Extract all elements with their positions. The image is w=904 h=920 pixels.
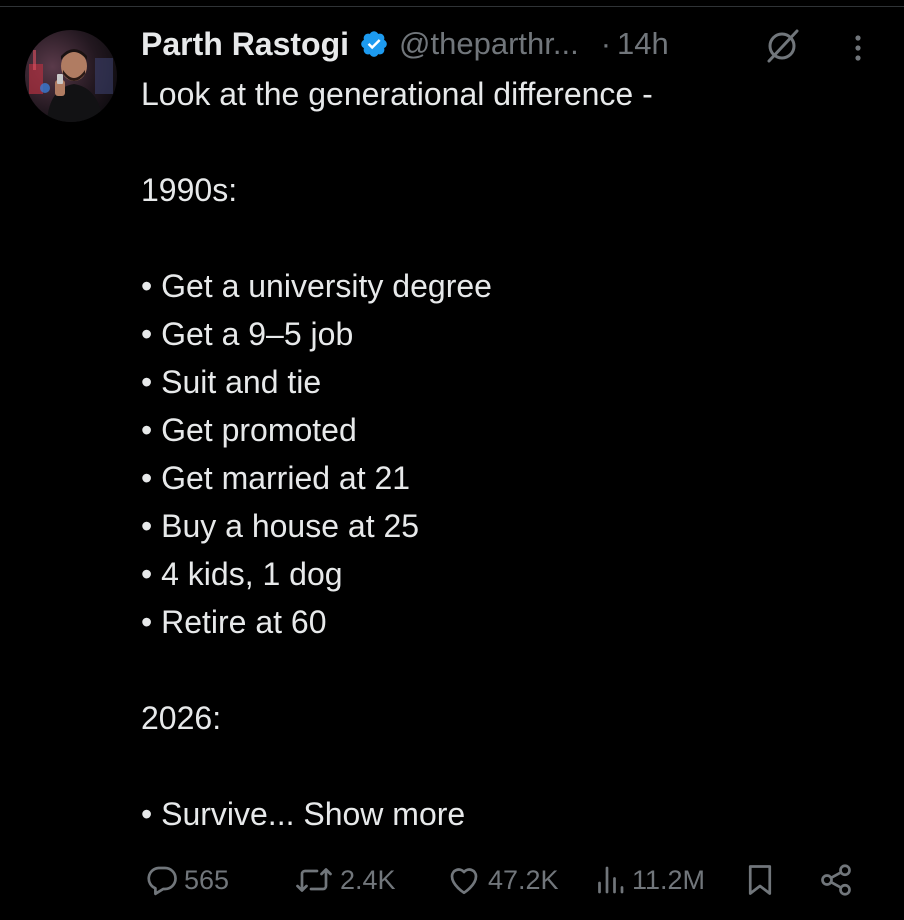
top-divider [0,6,904,7]
like-count: 47.2K [488,864,559,895]
share-button[interactable] [818,856,854,904]
repost-count: 2.4K [340,864,396,895]
grok-icon[interactable] [762,26,802,66]
post-time[interactable]: 14h [617,26,669,62]
repost-icon [296,868,332,892]
list-item: • Survive... [141,796,295,832]
more-icon[interactable] [846,30,870,66]
post-header: Parth Rastogi @theparthr... · 14h [141,22,669,66]
share-icon [821,864,851,896]
show-more-link[interactable]: Show more [303,796,465,832]
author-name[interactable]: Parth Rastogi [141,26,349,63]
avatar[interactable] [25,30,117,122]
list-item: • Buy a house at 25 [141,508,420,544]
author-handle[interactable]: @theparthr... [399,26,579,62]
list-item: • Suit and tie [141,364,322,400]
post-text: Look at the generational difference - 19… [141,70,861,838]
heading-2026: 2026: [141,700,222,736]
separator-dot: · [600,26,612,61]
list-item: • Get promoted [141,412,357,448]
reply-button[interactable]: 565 [144,856,229,904]
post-intro: Look at the generational difference - [141,76,653,112]
heading-1990s: 1990s: [141,172,238,208]
verified-badge-icon [359,29,389,59]
views-button[interactable]: 11.2M [592,856,705,904]
list-item: • Get married at 21 [141,460,411,496]
bookmark-icon [748,865,772,895]
reply-icon [147,866,177,896]
last-line: • Survive... Show more [141,790,861,838]
list-item: • 4 kids, 1 dog [141,556,343,592]
reply-count: 565 [184,864,230,895]
list-item: • Get a university degree [141,268,492,304]
like-button[interactable]: 47.2K [444,856,559,904]
like-icon [450,868,478,895]
action-bar: 565 2.4K 47.2K 11.2M [0,856,904,904]
repost-button[interactable]: 2.4K [292,856,396,904]
views-count: 11.2M [632,864,706,895]
views-icon [598,866,624,894]
list-item: • Retire at 60 [141,604,327,640]
list-item: • Get a 9–5 job [141,316,354,352]
bookmark-button[interactable] [742,856,778,904]
